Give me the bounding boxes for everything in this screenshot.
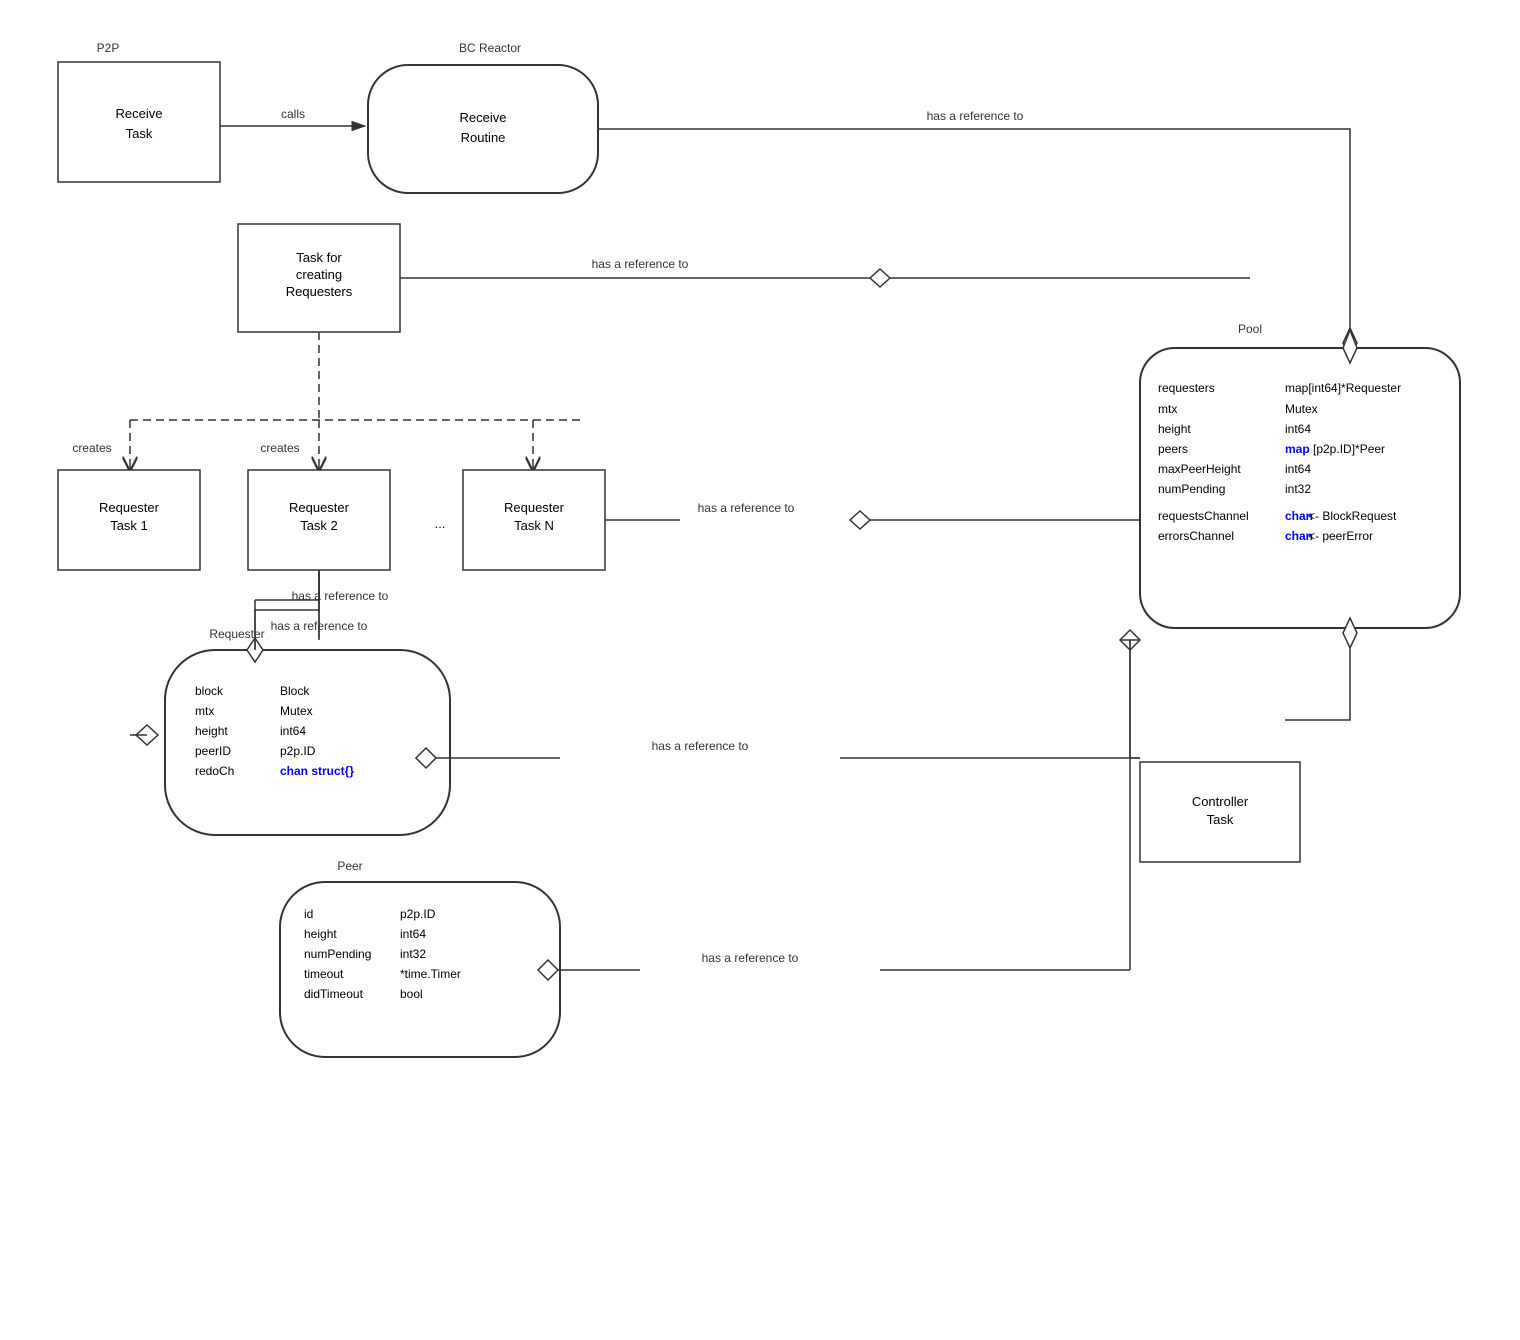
- ctrl-label2: Task: [1207, 812, 1234, 827]
- pool-f2-name: mtx: [1158, 402, 1177, 416]
- pool-f4-type-blue: map: [1285, 442, 1310, 456]
- creates-label-2: creates: [260, 441, 299, 455]
- pool-label: Pool: [1238, 322, 1262, 336]
- peer-f2-type: int64: [400, 927, 426, 941]
- peer-f2-name: height: [304, 927, 337, 941]
- ref-arrow-routine-pool: [598, 129, 1350, 337]
- dots: ...: [435, 516, 446, 531]
- pool-f4-name: peers: [1158, 442, 1188, 456]
- receive-task-label: Receive: [116, 106, 163, 121]
- peer-f5-type: bool: [400, 987, 423, 1001]
- ctrl-label1: Controller: [1192, 794, 1249, 809]
- pool-f8-type-rest: <- peerError: [1308, 529, 1373, 543]
- peer-f5-name: didTimeout: [304, 987, 364, 1001]
- rtn-label2: Task N: [514, 518, 554, 533]
- req-f5-name: redoCh: [195, 764, 234, 778]
- pool-f5-name: maxPeerHeight: [1158, 462, 1241, 476]
- task-creating-label3: Requesters: [286, 284, 353, 299]
- peer-f4-name: timeout: [304, 967, 344, 981]
- req-f1-name: block: [195, 684, 224, 698]
- rt2-label2: Task 2: [300, 518, 338, 533]
- bc-reactor-label: BC Reactor: [459, 41, 521, 55]
- requester-node: [165, 650, 450, 835]
- peer-f3-name: numPending: [304, 947, 371, 961]
- rtn-label1: Requester: [504, 500, 565, 515]
- peer-to-pool-label: has a reference to: [702, 951, 799, 965]
- req-f5-type-blue: chan struct{}: [280, 764, 354, 778]
- pool-f6-name: numPending: [1158, 482, 1225, 496]
- p2p-label: P2P: [97, 41, 120, 55]
- req-f2-name: mtx: [195, 704, 214, 718]
- rt2-label1: Requester: [289, 500, 350, 515]
- pool-f1-name: requesters: [1158, 381, 1215, 395]
- req-f2-type: Mutex: [280, 704, 313, 718]
- pool-f5-type: int64: [1285, 462, 1311, 476]
- diamond-3: [850, 511, 870, 529]
- pool-f3-type: int64: [1285, 422, 1311, 436]
- calls-label: calls: [281, 107, 305, 121]
- pool-f7-type-rest: <- BlockRequest: [1308, 509, 1397, 523]
- peer-f4-type: *time.Timer: [400, 967, 461, 981]
- req-f1-type: Block: [280, 684, 310, 698]
- peer-f1-type: p2p.ID: [400, 907, 436, 921]
- peer-f1-name: id: [304, 907, 313, 921]
- req-f3-name: height: [195, 724, 228, 738]
- pool-f7-name: requestsChannel: [1158, 509, 1249, 523]
- receive-task-node: [58, 62, 220, 182]
- pool-to-ctrl-line: [1285, 628, 1350, 720]
- ref-label-task-pool: has a reference to: [592, 257, 689, 271]
- req-to-pool-label: has a reference to: [652, 739, 749, 753]
- req-pool-corner: [1130, 640, 1140, 758]
- ref-label-routine-pool: has a reference to: [927, 109, 1024, 123]
- task-creating-label1: Task for: [296, 250, 342, 265]
- receive-routine-node: [368, 65, 598, 193]
- pool-f1-type: map[int64]*Requester: [1285, 381, 1401, 395]
- task-creating-label2: creating: [296, 267, 342, 282]
- diamond-2: [870, 269, 890, 287]
- receive-task-label2: Task: [126, 126, 153, 141]
- peer-label: Peer: [337, 859, 362, 873]
- pool-f6-type: int32: [1285, 482, 1311, 496]
- rt2-ref-label: has a reference to: [292, 589, 389, 603]
- peer-f3-type: int32: [400, 947, 426, 961]
- ref-label-rtn-pool: has a reference to: [698, 501, 795, 515]
- rt1-label2: Task 1: [110, 518, 148, 533]
- creates-label-1: creates: [72, 441, 111, 455]
- receive-routine-label2: Routine: [461, 130, 506, 145]
- req-f4-type: p2p.ID: [280, 744, 316, 758]
- req-f4-name: peerID: [195, 744, 231, 758]
- pool-f4-type-rest: [p2p.ID]*Peer: [1313, 442, 1385, 456]
- pool-f8-name: errorsChannel: [1158, 529, 1234, 543]
- receive-routine-label: Receive: [460, 110, 507, 125]
- diagram-container: P2P Receive Task BC Reactor Receive Rout…: [0, 0, 1520, 1340]
- req-f3-type: int64: [280, 724, 306, 738]
- pool-f2-type: Mutex: [1285, 402, 1318, 416]
- pool-f3-name: height: [1158, 422, 1191, 436]
- rt1-label1: Requester: [99, 500, 160, 515]
